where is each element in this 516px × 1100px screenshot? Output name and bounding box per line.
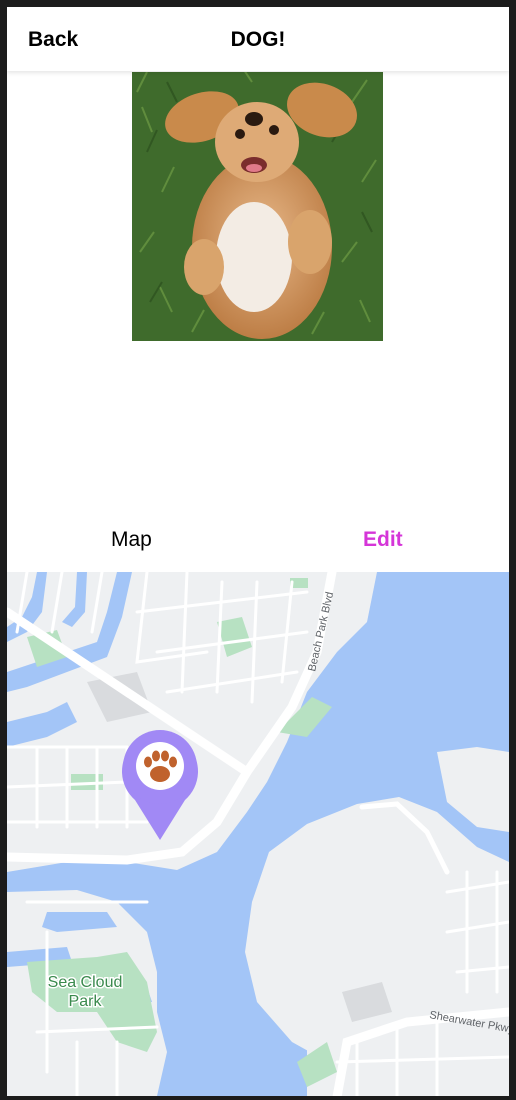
app-window: Back DOG! Map Edit Beach Park Blvd Shear… <box>7 7 509 1096</box>
page-title: DOG! <box>230 28 286 51</box>
dog-photo <box>132 72 383 341</box>
tab-map[interactable]: Map <box>111 528 152 552</box>
map-view[interactable]: Beach Park Blvd Shearwater Pkwy Sea Clou… <box>7 572 509 1096</box>
park-label-line1: Sea Cloud <box>48 974 123 991</box>
tab-bar: Map Edit <box>7 522 509 572</box>
tab-edit[interactable]: Edit <box>363 528 403 552</box>
top-bar: Back DOG! <box>7 7 509 71</box>
park-label-line2: Park <box>69 993 103 1010</box>
